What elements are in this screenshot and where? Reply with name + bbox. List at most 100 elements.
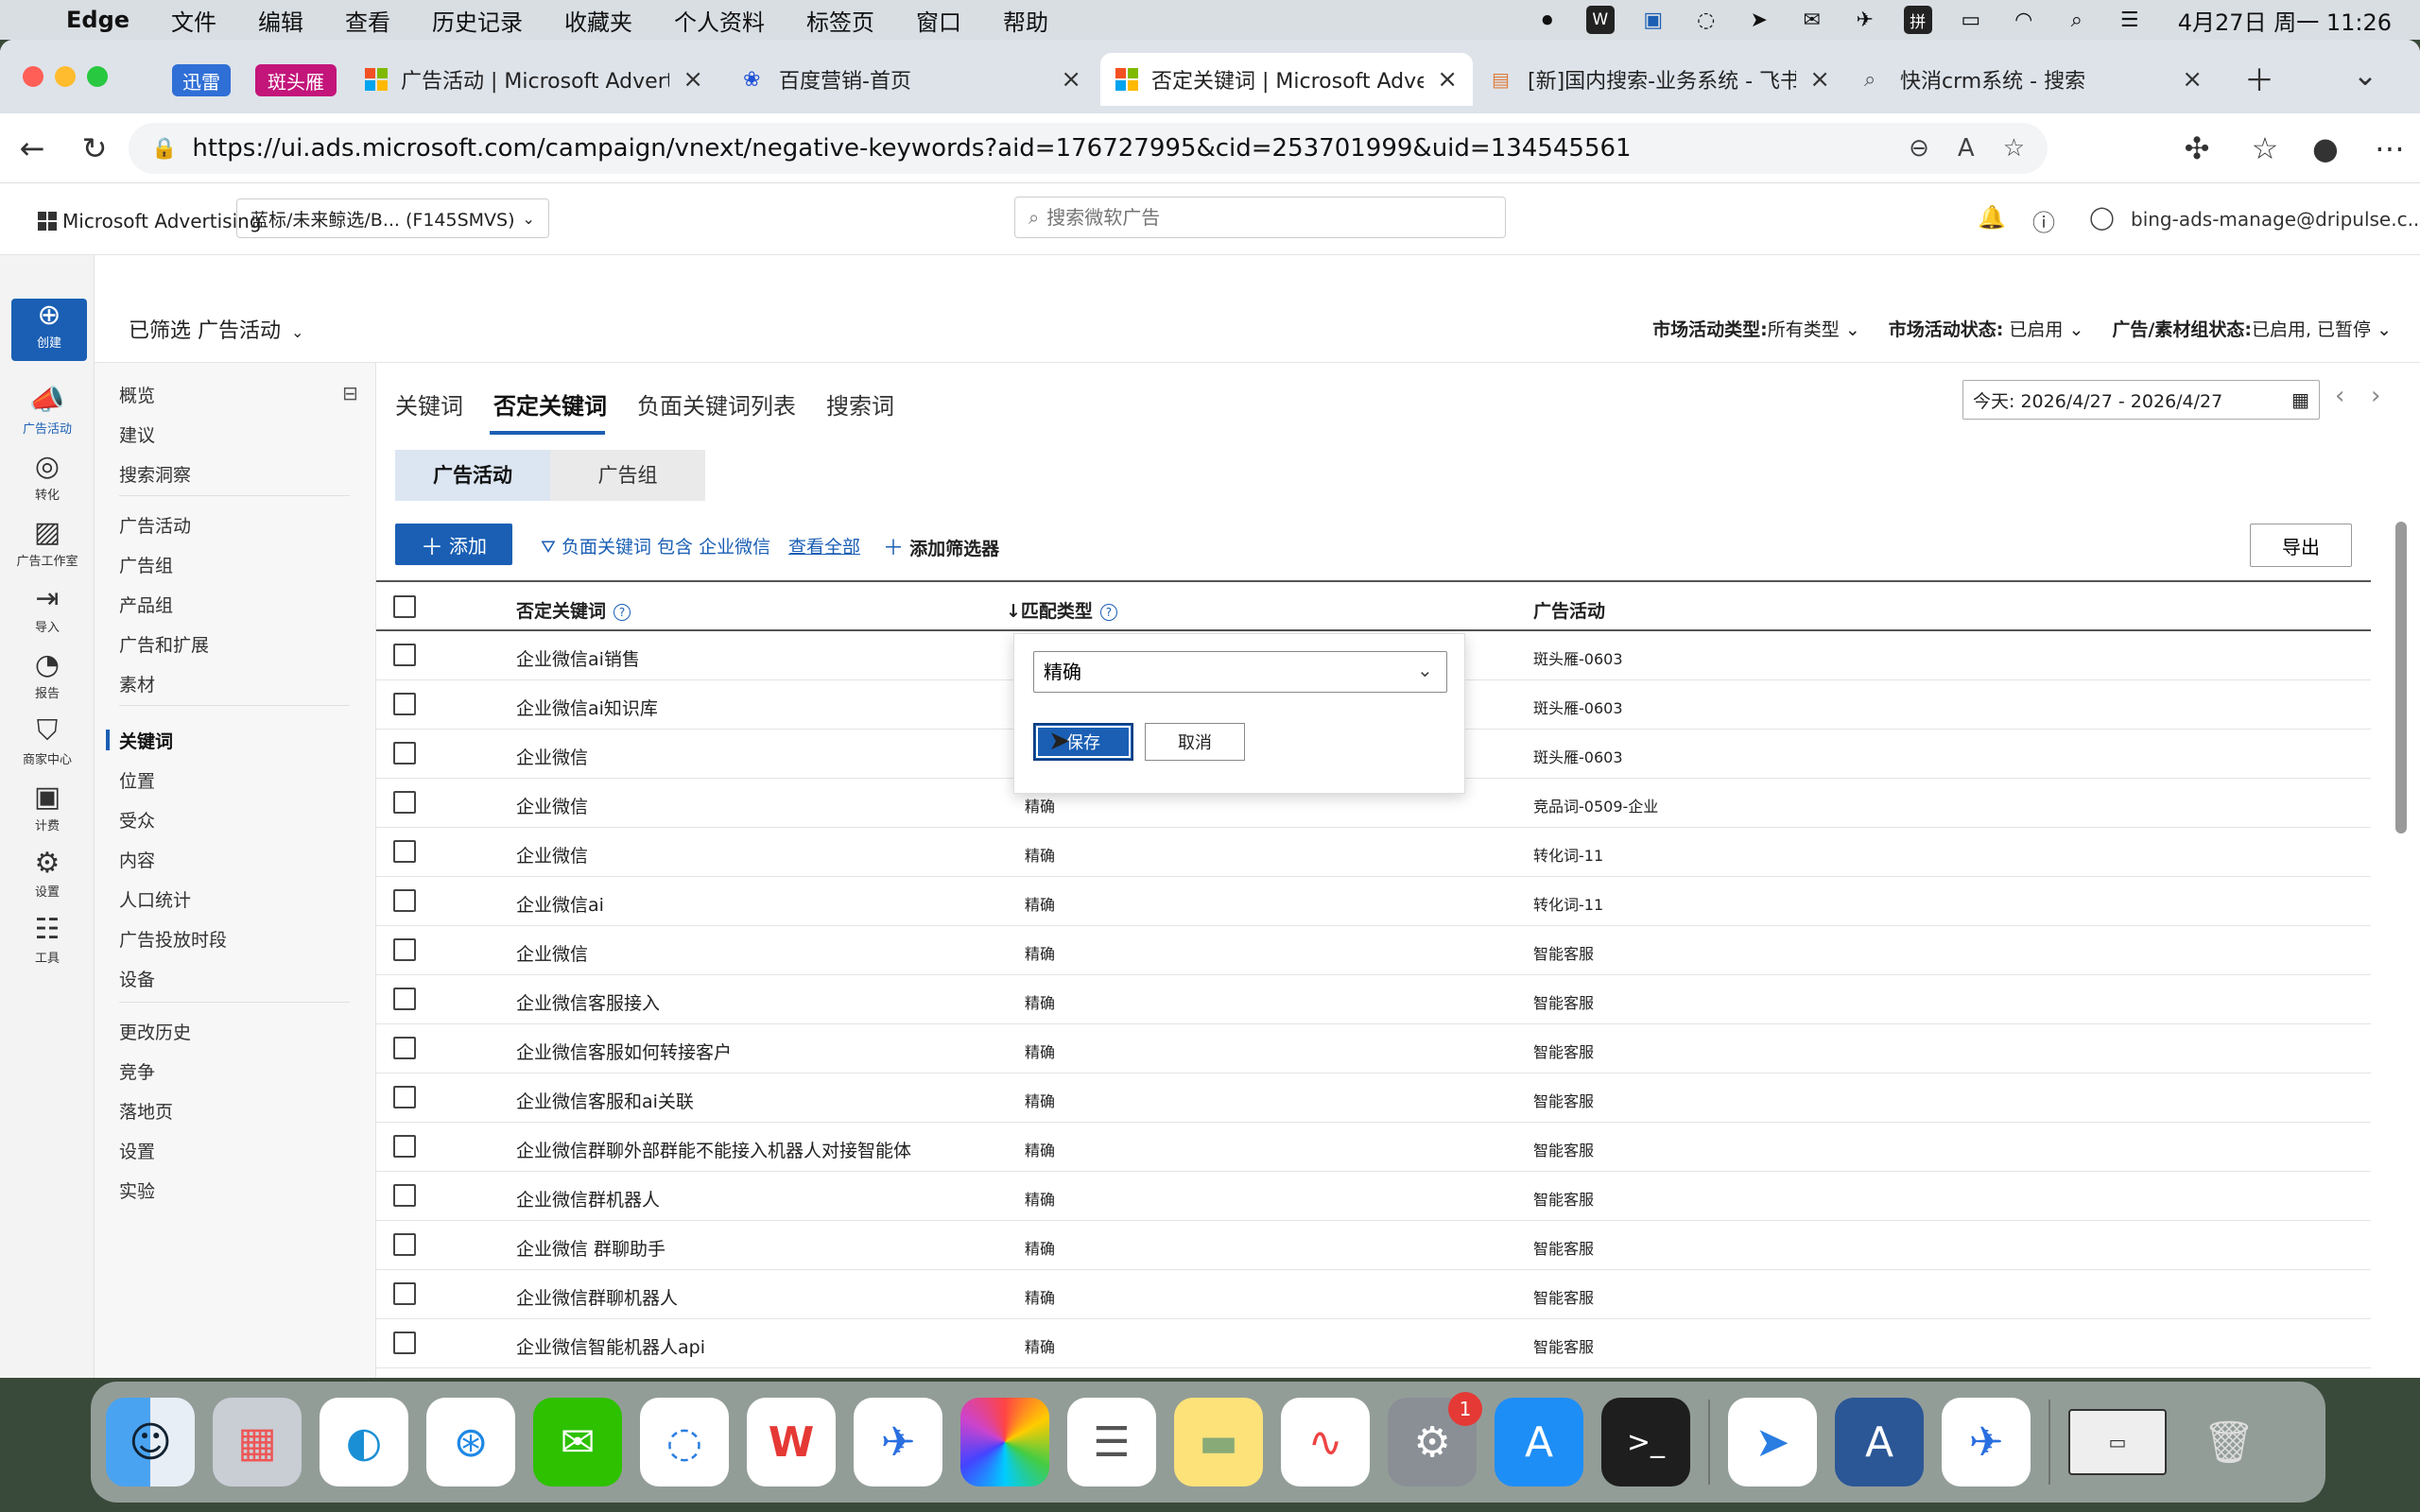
row-checkbox[interactable] bbox=[393, 1184, 416, 1207]
negative-keyword-cell[interactable]: 企业微信 bbox=[516, 940, 588, 966]
wps-tray-icon[interactable]: W bbox=[1585, 6, 1615, 34]
rail-campaigns[interactable]: 📣 广告活动 bbox=[0, 384, 95, 437]
lock-icon[interactable]: 🔒 bbox=[151, 137, 177, 161]
match-type-cell[interactable]: 精确 bbox=[1025, 1334, 1055, 1357]
feishu-meeting-icon[interactable]: ✈ bbox=[1942, 1398, 2031, 1486]
column-negative-keyword[interactable]: 否定关键词? bbox=[516, 597, 631, 623]
previous-period-icon[interactable]: ‹ bbox=[2335, 382, 2344, 410]
scope-selector[interactable]: 已筛选 广告活动 ⌄ bbox=[129, 314, 303, 344]
feishu-icon[interactable]: ✈ bbox=[854, 1398, 942, 1486]
ad-group-status-filter[interactable]: 广告/素材组状态:已启用, 已暂停 ⌄ bbox=[2112, 316, 2392, 341]
nav-keywords[interactable]: 关键词 bbox=[119, 728, 173, 753]
word-tray-icon[interactable]: ▣ bbox=[1639, 6, 1668, 34]
tab-campaigns[interactable]: 广告活动 | Microsoft Advertisi × bbox=[350, 53, 718, 106]
nav-competition[interactable]: 竞争 bbox=[119, 1058, 155, 1084]
more-menu-icon[interactable]: ⋯ bbox=[2371, 130, 2409, 166]
tab-negative-keywords[interactable]: 否定关键词 | Microsoft Advert × bbox=[1100, 53, 1473, 106]
notification-bell-icon[interactable]: 🔔 bbox=[1978, 204, 2006, 231]
view-all-link[interactable]: 查看全部 bbox=[788, 533, 860, 558]
profile-avatar-icon[interactable]: ● bbox=[2307, 130, 2344, 166]
table-row[interactable]: 企业微信机器人api精确智能客服 bbox=[376, 1368, 2371, 1378]
negative-keyword-cell[interactable]: 企业微信客服接入 bbox=[516, 989, 660, 1015]
match-type-cell[interactable]: 精确 bbox=[1025, 1285, 1055, 1308]
rail-import[interactable]: ⇥ 导入 bbox=[0, 582, 95, 635]
user-icon[interactable]: ◯ bbox=[2089, 204, 2115, 231]
table-row[interactable]: 企业微信群机器人 精确 智能客服 bbox=[376, 1172, 2371, 1221]
nav-demographics[interactable]: 人口统计 bbox=[119, 886, 191, 912]
menubar-help[interactable]: 帮助 bbox=[1003, 4, 1048, 37]
tab-group-bantouyan[interactable]: 斑头雁 bbox=[255, 64, 337, 96]
table-row[interactable]: 企业微信智能机器人api 精确 智能客服 bbox=[376, 1319, 2371, 1368]
cancel-button[interactable]: 取消 bbox=[1145, 723, 1245, 761]
negative-keyword-cell[interactable]: 企业微信ai bbox=[516, 891, 604, 917]
match-type-cell[interactable]: 精确 bbox=[1025, 990, 1055, 1013]
tab-feishu[interactable]: ▤ [新]国内搜索-业务系统 - 飞书云 × bbox=[1477, 53, 1845, 106]
system-settings-icon[interactable]: ⚙ 1 bbox=[1388, 1392, 1482, 1486]
negative-keyword-cell[interactable]: 企业微信 bbox=[516, 793, 588, 818]
extensions-icon[interactable]: ✣ bbox=[2178, 130, 2216, 166]
negative-keyword-cell[interactable]: 企业微信客服和ai关联 bbox=[516, 1088, 694, 1113]
negative-keyword-cell[interactable]: 企业微信群聊机器人 bbox=[516, 1284, 678, 1310]
negative-keyword-cell[interactable]: 企业微信ai销售 bbox=[516, 645, 640, 671]
row-checkbox[interactable] bbox=[393, 988, 416, 1010]
back-icon[interactable]: ← bbox=[13, 130, 51, 166]
account-selector[interactable]: 蓝标/未来鲸选/B... (F145SMVS) ⌄ bbox=[236, 198, 549, 238]
active-filter[interactable]: ⛛ 负面关键词 包含 企业微信 bbox=[541, 533, 770, 558]
match-type-cell[interactable]: 精确 bbox=[1025, 843, 1055, 866]
close-tab-icon[interactable]: × bbox=[1437, 65, 1458, 94]
menubar-favorites[interactable]: 收藏夹 bbox=[564, 4, 632, 37]
row-checkbox[interactable] bbox=[393, 1135, 416, 1158]
tab-list-chevron-icon[interactable]: ⌄ bbox=[2346, 57, 2384, 93]
nav-experiments[interactable]: 实验 bbox=[119, 1177, 155, 1203]
reminders-icon[interactable]: ☰ bbox=[1067, 1398, 1156, 1486]
close-tab-icon[interactable]: × bbox=[1061, 65, 1081, 94]
wechat-tray-icon[interactable]: ✉ bbox=[1798, 6, 1826, 34]
rail-conversions[interactable]: ◎ 转化 bbox=[0, 450, 95, 503]
nav-overview[interactable]: 概览 bbox=[119, 382, 155, 407]
rail-settings[interactable]: ⚙ 设置 bbox=[0, 847, 95, 900]
row-checkbox[interactable] bbox=[393, 742, 416, 765]
menubar-window[interactable]: 窗口 bbox=[916, 4, 961, 37]
negative-keyword-cell[interactable]: 企业微信智能机器人api bbox=[516, 1333, 705, 1359]
column-campaign[interactable]: 广告活动 bbox=[1533, 597, 1605, 623]
table-row[interactable]: 企业微信群聊机器人 精确 智能客服 bbox=[376, 1270, 2371, 1319]
export-button[interactable]: 导出 bbox=[2250, 524, 2352, 567]
help-icon[interactable]: ? bbox=[1099, 603, 1117, 621]
terminal-icon[interactable]: >_ bbox=[1601, 1398, 1690, 1486]
refresh-icon[interactable]: ↻ bbox=[76, 130, 113, 166]
word-icon[interactable]: A bbox=[1835, 1398, 1924, 1486]
launchpad-icon[interactable]: ▦ bbox=[213, 1398, 302, 1486]
table-row[interactable]: 企业微信群聊外部群能不能接入机器人对接智能体 精确 智能客服 bbox=[376, 1123, 2371, 1172]
trash-icon[interactable]: 🗑 bbox=[2185, 1398, 2273, 1486]
nav-campaigns[interactable]: 广告活动 bbox=[119, 512, 191, 538]
freeform-icon[interactable]: ∿ bbox=[1281, 1398, 1370, 1486]
finder-icon[interactable]: ☺ bbox=[106, 1398, 195, 1486]
battery-icon[interactable]: ▭ bbox=[1957, 6, 1985, 34]
window-preview-icon[interactable]: ▭ bbox=[2068, 1409, 2167, 1475]
nav-product-groups[interactable]: 产品组 bbox=[119, 592, 173, 617]
table-row[interactable]: 企业微信 精确 智能客服 bbox=[376, 926, 2371, 975]
campaign-status-filter[interactable]: 市场活动状态: 已启用 ⌄ bbox=[1889, 316, 2084, 341]
table-row[interactable]: 企业微信客服如何转接客户 精确 智能客服 bbox=[376, 1024, 2371, 1074]
menubar-file[interactable]: 文件 bbox=[171, 4, 216, 37]
negative-keyword-cell[interactable]: 企业微信 bbox=[516, 842, 588, 868]
feishu-tray-icon[interactable]: ✈ bbox=[1851, 6, 1879, 34]
row-checkbox[interactable] bbox=[393, 1332, 416, 1354]
row-checkbox[interactable] bbox=[393, 644, 416, 666]
table-row[interactable]: 企业微信客服接入 精确 智能客服 bbox=[376, 975, 2371, 1024]
subtab-ad-group[interactable]: 广告组 bbox=[550, 450, 705, 501]
user-email[interactable]: bing-ads-manage@dripulse.c... bbox=[2131, 208, 2420, 231]
next-period-icon[interactable]: › bbox=[2371, 382, 2380, 410]
rail-tools[interactable]: ☷ 工具 bbox=[0, 913, 95, 966]
add-button[interactable]: ＋ 添加 bbox=[395, 524, 512, 565]
match-type-cell[interactable]: 精确 bbox=[1025, 892, 1055, 915]
match-type-cell[interactable]: 精确 bbox=[1025, 1089, 1055, 1111]
column-match-type[interactable]: ↓匹配类型? bbox=[1006, 597, 1117, 623]
date-range-picker[interactable]: 今天: 2026/4/27 - 2026/4/27 ▦ bbox=[1962, 380, 2320, 420]
row-checkbox[interactable] bbox=[393, 693, 416, 715]
url-text[interactable]: https://ui.ads.microsoft.com/campaign/vn… bbox=[192, 134, 1631, 163]
record-icon[interactable]: ⏺ bbox=[1533, 6, 1562, 34]
rail-merchant-center[interactable]: ⛉ 商家中心 bbox=[0, 714, 95, 767]
nav-ads-extensions[interactable]: 广告和扩展 bbox=[119, 631, 209, 657]
menubar-profile[interactable]: 个人资料 bbox=[674, 4, 765, 37]
